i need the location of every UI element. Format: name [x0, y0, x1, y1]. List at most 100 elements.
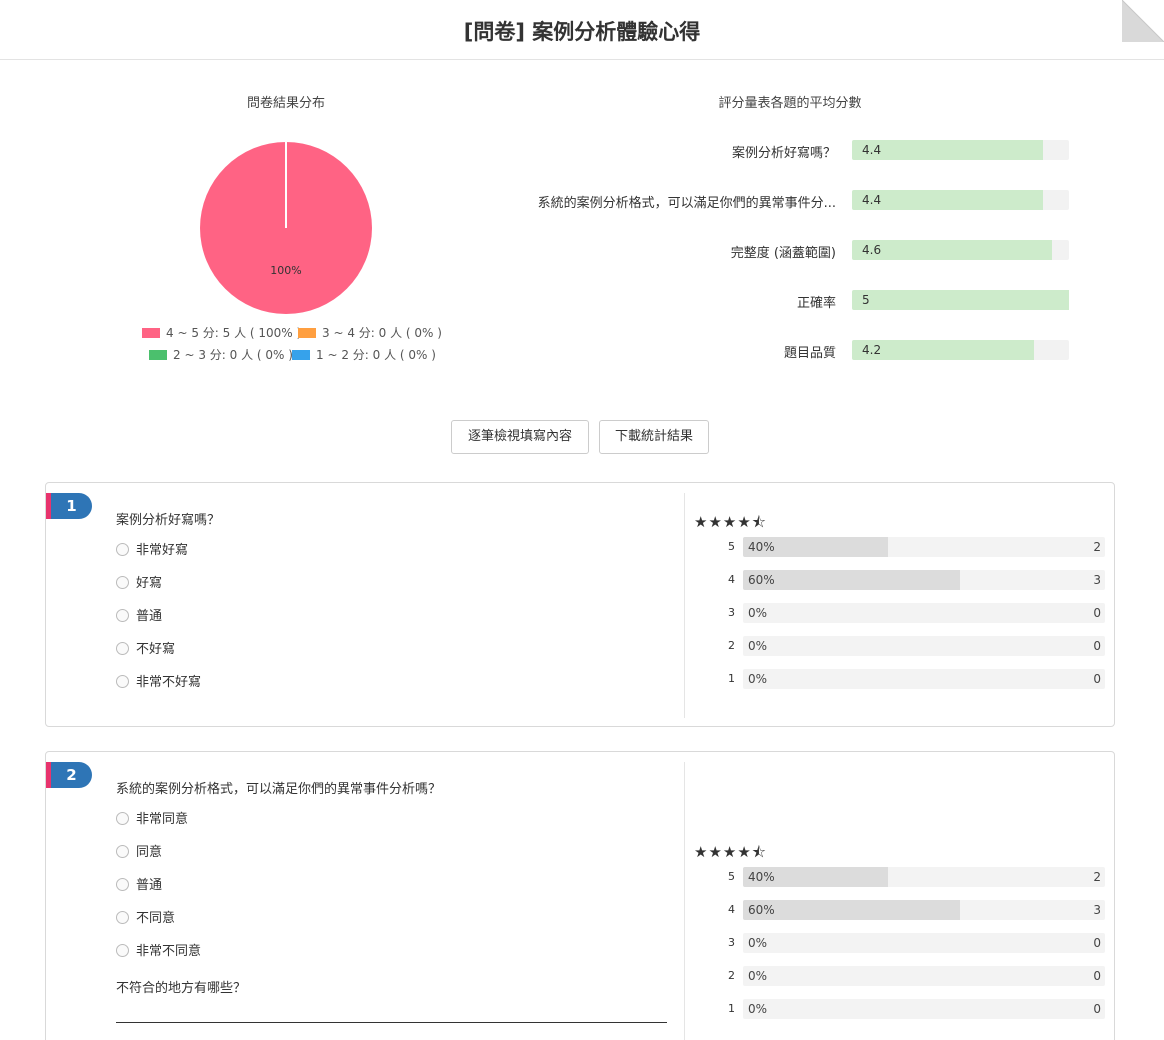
rating-percent: 0% — [748, 1002, 768, 1016]
average-score-bar-track: 5 — [852, 290, 1069, 310]
rating-distribution-row: 5 40% 2 — [721, 867, 1106, 887]
question-card: 1 案例分析好寫嗎？ 非常好寫 好寫 普通 不好寫 非常不好寫 ★★★★⯪ 54… — [45, 482, 1115, 727]
rating-percent: 0% — [748, 969, 768, 983]
column-divider — [684, 762, 685, 1040]
column-divider — [684, 493, 685, 718]
radio-icon — [116, 642, 129, 655]
pie-legend-item[interactable]: 4 ~ 5 分: 5 人 ( 100% ) — [142, 324, 301, 341]
rating-percent: 0% — [748, 639, 768, 653]
rating-percent: 0% — [748, 606, 768, 620]
radio-icon — [116, 845, 129, 858]
star-rating-icon: ★★★★⯪ — [694, 513, 767, 531]
rating-level: 3 — [728, 936, 735, 949]
average-score-label: 案例分析好寫嗎？ — [731, 146, 836, 161]
option-radio[interactable]: 好寫 — [116, 575, 162, 593]
rating-distribution-row: 2 0% 0 — [721, 966, 1106, 986]
pie-chart: 100% — [200, 142, 372, 314]
rating-level: 3 — [728, 606, 735, 619]
rating-count: 2 — [1093, 540, 1101, 554]
rating-count: 0 — [1093, 1002, 1101, 1016]
legend-swatch — [149, 350, 167, 360]
rating-bar-track: 40% 2 — [743, 537, 1105, 557]
average-score-label: 系統的案例分析格式，可以滿足你們的異常事件分... — [537, 196, 836, 211]
average-score-bar-track: 4.6 — [852, 240, 1069, 260]
rating-percent: 60% — [748, 903, 775, 917]
pie-legend-item[interactable]: 3 ~ 4 分: 0 人 ( 0% ) — [298, 324, 442, 341]
average-score-bar — [852, 240, 1052, 260]
rating-bar — [743, 900, 961, 920]
rating-level: 1 — [728, 672, 735, 685]
rating-distribution-row: 5 40% 2 — [721, 537, 1106, 557]
average-score-label: 題目品質 — [783, 346, 836, 361]
option-radio[interactable]: 非常好寫 — [116, 542, 188, 560]
radio-icon — [116, 675, 129, 688]
question-number-badge: 1 — [46, 493, 92, 519]
rating-bar-track: 0% 0 — [743, 669, 1105, 689]
rating-level: 5 — [728, 540, 735, 553]
option-radio[interactable]: 非常同意 — [116, 811, 188, 829]
radio-icon — [116, 576, 129, 589]
legend-swatch — [142, 328, 160, 338]
page-header: [問卷] 案例分析體驗心得 — [0, 0, 1164, 60]
average-score-row: 完整度 (涵蓋範圍) 4.6 — [480, 240, 1080, 261]
rating-distribution-row: 1 0% 0 — [721, 669, 1106, 689]
average-score-bar-track: 4.2 — [852, 340, 1069, 360]
rating-bar-track: 0% 0 — [743, 933, 1105, 953]
question-number-badge: 2 — [46, 762, 92, 788]
average-chart-title: 評分量表各題的平均分數 — [718, 96, 862, 111]
average-score-label: 完整度 (涵蓋範圍) — [730, 246, 836, 261]
average-score-value: 5 — [862, 293, 870, 307]
rating-distribution-row: 3 0% 0 — [721, 933, 1106, 953]
page-title: [問卷] 案例分析體驗心得 — [463, 20, 701, 44]
radio-icon — [116, 609, 129, 622]
star-rating-icon: ★★★★⯪ — [694, 843, 767, 861]
followup-question-text: 不符合的地方有哪些？ — [116, 981, 247, 996]
rating-count: 0 — [1093, 639, 1101, 653]
radio-icon — [116, 812, 129, 825]
average-score-row: 正確率 5 — [480, 290, 1080, 311]
average-score-label: 正確率 — [796, 296, 836, 311]
option-radio[interactable]: 非常不同意 — [116, 943, 201, 961]
average-score-bar-track: 4.4 — [852, 140, 1069, 160]
pie-legend-item[interactable]: 1 ~ 2 分: 0 人 ( 0% ) — [292, 346, 436, 363]
rating-percent: 0% — [748, 936, 768, 950]
option-radio[interactable]: 普通 — [116, 877, 162, 895]
rating-bar-track: 40% 2 — [743, 867, 1105, 887]
rating-distribution-row: 2 0% 0 — [721, 636, 1106, 656]
question-text: 系統的案例分析格式，可以滿足你們的異常事件分析嗎？ — [116, 782, 442, 797]
average-score-row: 案例分析好寫嗎？ 4.4 — [480, 140, 1080, 161]
radio-icon — [116, 543, 129, 556]
pie-slice-label: 100% — [270, 264, 301, 277]
rating-count: 0 — [1093, 606, 1101, 620]
text-answer-field[interactable] — [116, 1022, 667, 1023]
average-score-row: 系統的案例分析格式，可以滿足你們的異常事件分... 4.4 — [480, 190, 1080, 211]
rating-bar-track: 0% 0 — [743, 603, 1105, 623]
rating-distribution-row: 1 0% 0 — [721, 999, 1106, 1019]
rating-bar-track: 60% 3 — [743, 900, 1105, 920]
rating-count: 3 — [1093, 903, 1101, 917]
legend-swatch — [298, 328, 316, 338]
rating-bar-track: 0% 0 — [743, 636, 1105, 656]
option-radio[interactable]: 不同意 — [116, 910, 175, 928]
rating-count: 0 — [1093, 936, 1101, 950]
rating-percent: 0% — [748, 672, 768, 686]
average-score-bar-track: 4.4 — [852, 190, 1069, 210]
view-each-response-button[interactable]: 逐筆檢視填寫內容 — [451, 420, 589, 454]
option-radio[interactable]: 同意 — [116, 844, 162, 862]
rating-bar-track: 60% 3 — [743, 570, 1105, 590]
option-radio[interactable]: 不好寫 — [116, 641, 175, 659]
rating-bar — [743, 570, 961, 590]
legend-swatch — [292, 350, 310, 360]
rating-count: 2 — [1093, 870, 1101, 884]
option-radio[interactable]: 非常不好寫 — [116, 674, 201, 692]
rating-distribution-row: 4 60% 3 — [721, 900, 1106, 920]
rating-bar-track: 0% 0 — [743, 999, 1105, 1019]
pie-legend-item[interactable]: 2 ~ 3 分: 0 人 ( 0% ) — [149, 346, 293, 363]
rating-level: 1 — [728, 1002, 735, 1015]
rating-level: 4 — [728, 903, 735, 916]
rating-count: 0 — [1093, 672, 1101, 686]
download-results-button[interactable]: 下載統計結果 — [599, 420, 709, 454]
question-text: 案例分析好寫嗎？ — [116, 513, 221, 528]
option-radio[interactable]: 普通 — [116, 608, 162, 626]
average-score-value: 4.4 — [862, 193, 882, 207]
